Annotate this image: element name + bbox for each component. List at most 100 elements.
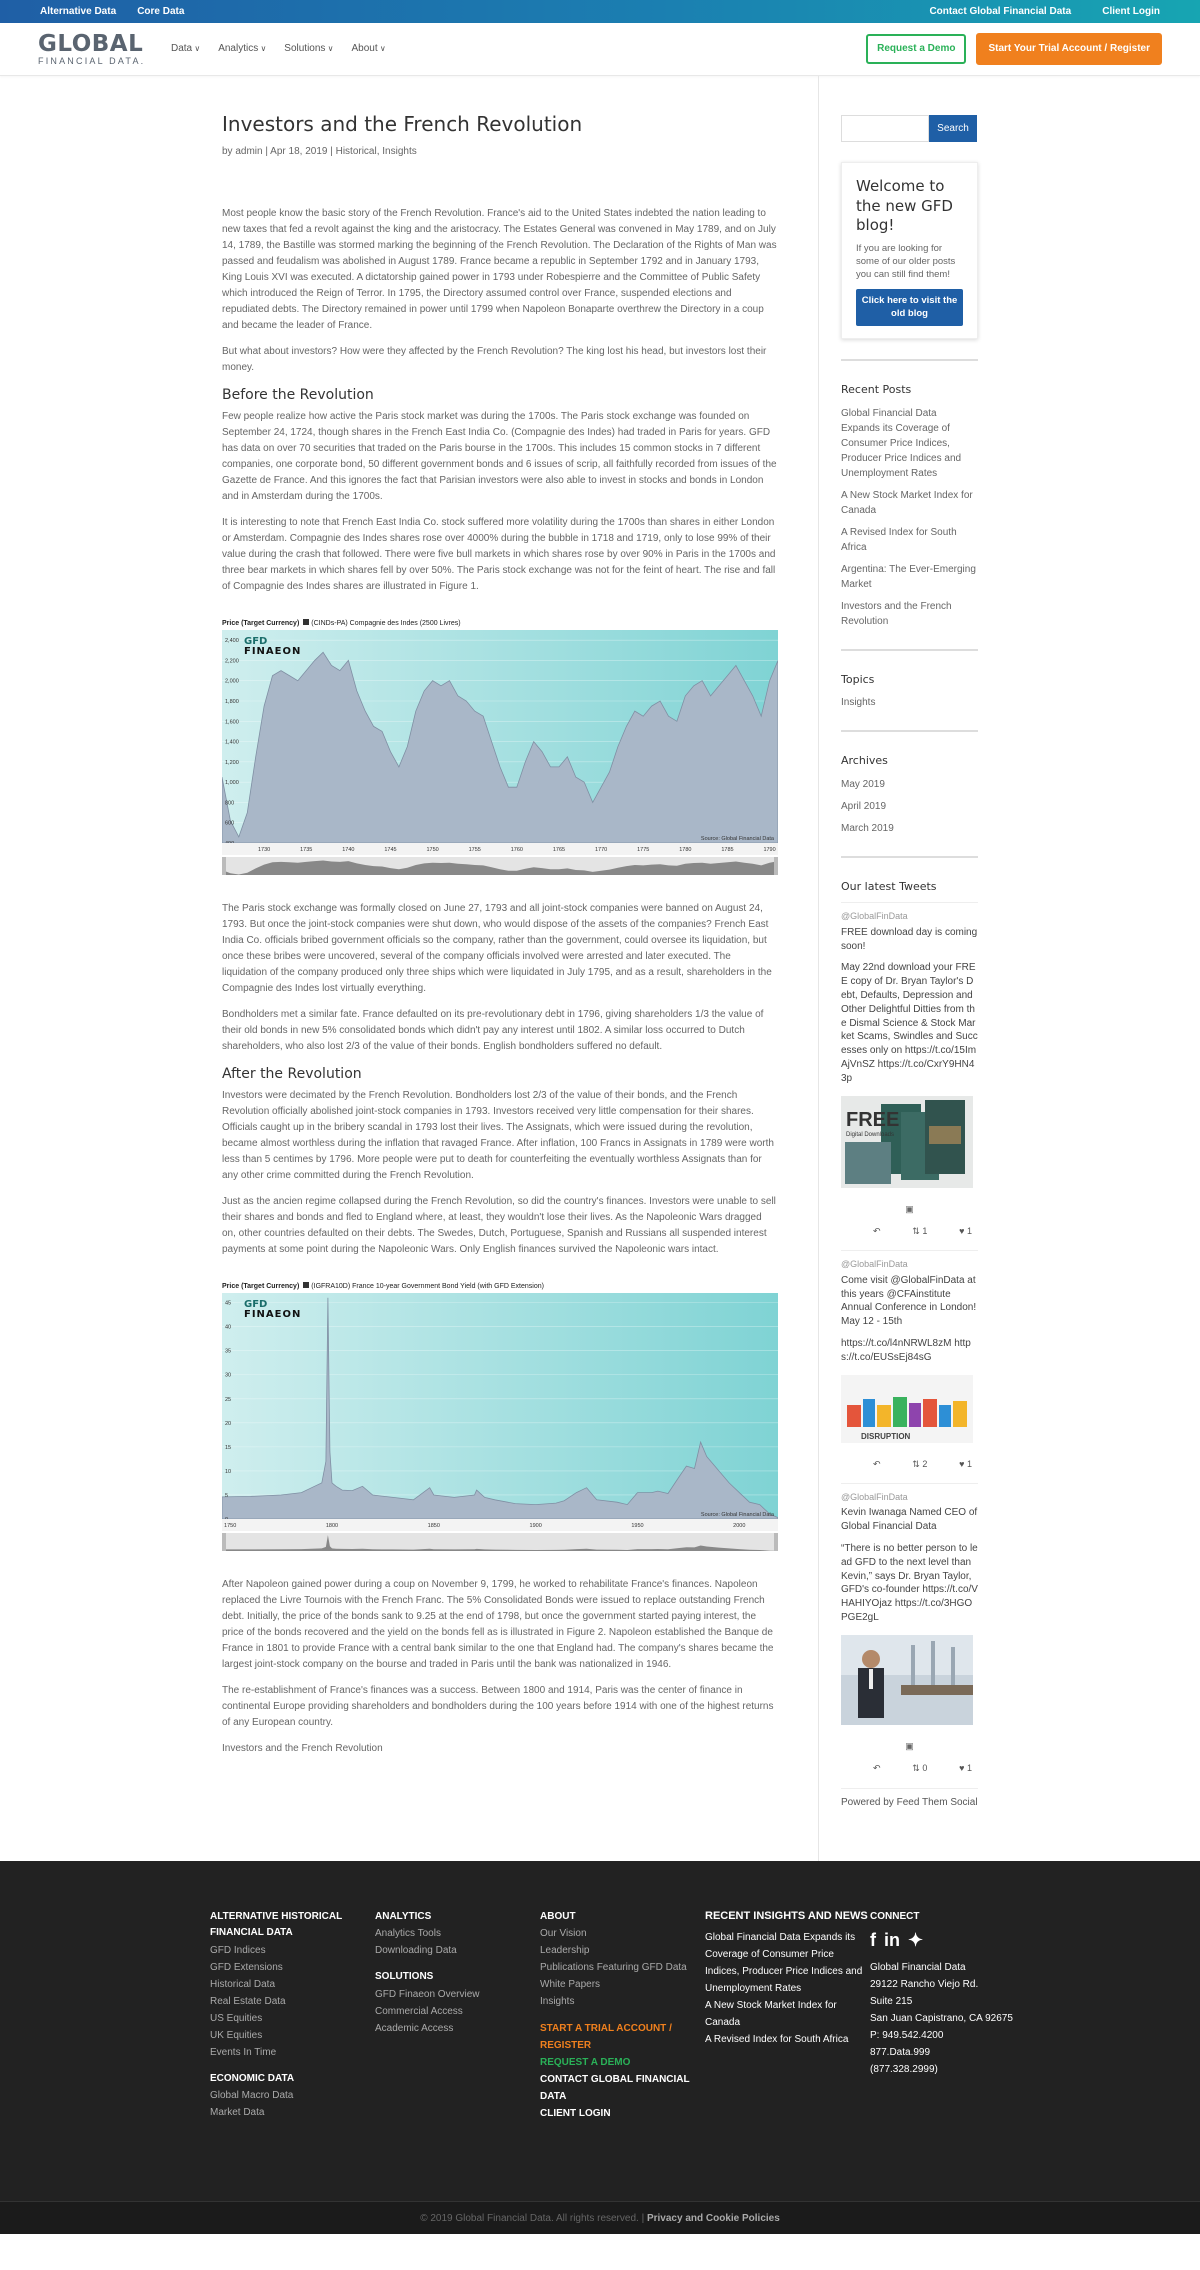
sidebar-divider xyxy=(818,76,819,1898)
old-blog-button[interactable]: Click here to visit the old blog xyxy=(856,289,963,327)
footer-phone[interactable]: 877.Data.999 xyxy=(870,2044,1035,2061)
paragraph: Bondholders met a similar fate. France d… xyxy=(222,1009,764,1053)
recent-post-link[interactable]: Global Financial Data Expands its Covera… xyxy=(841,406,978,481)
chart-header-label: Price (Target Currency) xyxy=(222,620,300,628)
footer-heading: SOLUTIONS xyxy=(375,1971,434,1982)
footer-phone[interactable]: (877.328.2999) xyxy=(870,2061,1035,2078)
recent-post-link[interactable]: A Revised Index for South Africa xyxy=(841,525,978,555)
footer-heading: ECONOMIC DATA xyxy=(210,2072,295,2084)
x-tick-label: 1740 xyxy=(342,847,354,853)
recent-post-link[interactable]: A New Stock Market Index for Canada xyxy=(841,488,978,518)
footer-link[interactable]: Global Macro Data xyxy=(210,2087,375,2104)
chart-svg: 051015202530354045GFDFINAEONSource: Glob… xyxy=(222,1293,778,1552)
tweet-text: FREE download day is coming soon! xyxy=(841,926,978,952)
footer-phone[interactable]: P: 949.542.4200 xyxy=(870,2027,1035,2044)
tweet-handle[interactable]: @GlobalFinData xyxy=(841,1257,978,1271)
footer-link[interactable]: Historical Data xyxy=(210,1976,375,1993)
footer-news-link[interactable]: A Revised Index for South Africa xyxy=(705,2031,870,2048)
like-icon[interactable]: ♥ 1 xyxy=(959,1761,972,1775)
x-tick-label: 1900 xyxy=(530,1523,542,1529)
chart-svg: 4006008001,0001,2001,4001,6001,8002,0002… xyxy=(222,630,778,876)
footer-col-analytics: ANALYTICS Analytics Tools Downloading Da… xyxy=(375,1909,540,2123)
retweet-icon[interactable]: ⇅ 1 xyxy=(912,1224,927,1238)
nav-analytics[interactable]: Analytics xyxy=(218,41,266,57)
start-trial-button[interactable]: Start Your Trial Account / Register xyxy=(976,33,1162,65)
recent-posts-title: Recent Posts xyxy=(841,383,912,397)
footer-login-link[interactable]: CLIENT LOGIN xyxy=(540,2105,705,2122)
powered-by[interactable]: Powered by Feed Them Social xyxy=(841,1795,978,1811)
archive-link[interactable]: April 2019 xyxy=(841,799,978,814)
footer-link[interactable]: GFD Indices xyxy=(210,1942,375,1959)
twitter-icon[interactable]: ✦ xyxy=(908,1931,923,1949)
tweet-handle[interactable]: @GlobalFinData xyxy=(841,909,978,923)
tweet-image-title: FREE xyxy=(846,1109,899,1131)
footer-link[interactable]: Insights xyxy=(540,1993,705,2010)
tweet-handle[interactable]: @GlobalFinData xyxy=(841,1490,978,1504)
footer-link[interactable]: Leadership xyxy=(540,1942,705,1959)
tweet-image-books[interactable]: FREE Digital Downloads xyxy=(841,1095,973,1188)
recent-post-link[interactable]: Investors and the French Revolution xyxy=(841,599,978,629)
search-button[interactable]: Search xyxy=(929,115,977,142)
privacy-link[interactable]: Privacy and Cookie Policies xyxy=(647,2213,780,2224)
footer-contact-link[interactable]: CONTACT GLOBAL FINANCIAL DATA xyxy=(540,2071,705,2105)
image-icon[interactable]: ▣ xyxy=(841,1739,978,1753)
divider xyxy=(841,730,978,733)
tweet-image-disruption[interactable]: DISRUPTION xyxy=(841,1374,973,1443)
like-icon[interactable]: ♥ 1 xyxy=(959,1224,972,1238)
footer-link[interactable]: Events In Time xyxy=(210,2044,375,2061)
topic-link[interactable]: Insights xyxy=(841,695,978,710)
footer-link[interactable]: GFD Finaeon Overview xyxy=(375,1986,540,2003)
footer-news-link[interactable]: Global Financial Data Expands its Covera… xyxy=(705,1929,870,1997)
welcome-box: Welcome to the new GFD blog! If you are … xyxy=(841,162,978,340)
footer-link[interactable]: Commercial Access xyxy=(375,2003,540,2020)
nav-about[interactable]: About xyxy=(352,41,386,57)
tweet-actions: ↶ ⇅ 0 ♥ 1 xyxy=(841,1761,978,1775)
site-footer: ALTERNATIVE HISTORICAL FINANCIAL DATA GF… xyxy=(0,1860,1200,2234)
footer-link[interactable]: Market Data xyxy=(210,2104,375,2121)
footer-col-connect: CONNECT f in ✦ Global Financial Data 291… xyxy=(870,1909,1035,2123)
chart-series-label: (IGFRA10D) France 10-year Government Bon… xyxy=(311,1283,544,1291)
nav-solutions[interactable]: Solutions xyxy=(284,41,333,57)
archive-link[interactable]: March 2019 xyxy=(841,821,978,836)
footer-link[interactable]: Our Vision xyxy=(540,1925,705,1942)
watermark-finaeon: FINAEON xyxy=(244,646,301,657)
footer-link[interactable]: Real Estate Data xyxy=(210,1993,375,2010)
paragraph: Most people know the basic story of the … xyxy=(222,208,777,331)
retweet-icon[interactable]: ⇅ 2 xyxy=(912,1457,927,1471)
y-tick-label: 1,600 xyxy=(225,719,239,725)
footer-link[interactable]: Publications Featuring GFD Data xyxy=(540,1959,705,1976)
client-login-link[interactable]: Client Login xyxy=(1102,6,1160,17)
alternative-data-link[interactable]: Alternative Data xyxy=(40,6,116,17)
gfd-logo[interactable]: GLOBAL FINANCIAL DATA. xyxy=(38,32,155,66)
like-icon[interactable]: ♥ 1 xyxy=(959,1457,972,1471)
reply-icon[interactable]: ↶ xyxy=(873,1457,881,1471)
footer-news-link[interactable]: A New Stock Market Index for Canada xyxy=(705,1997,870,2031)
nav-data[interactable]: Data xyxy=(171,41,200,57)
request-demo-button[interactable]: Request a Demo xyxy=(866,34,967,64)
footer-demo-link[interactable]: REQUEST A DEMO xyxy=(540,2054,705,2071)
image-icon[interactable]: ▣ xyxy=(841,1202,978,1216)
footer-link[interactable]: Analytics Tools xyxy=(375,1925,540,1942)
paragraph: It is interesting to note that French Ea… xyxy=(222,517,776,593)
facebook-icon[interactable]: f xyxy=(870,1931,876,1949)
tweet-image-ceo-photo[interactable] xyxy=(841,1634,973,1725)
footer-link[interactable]: White Papers xyxy=(540,1976,705,1993)
footer-link[interactable]: UK Equities xyxy=(210,2027,375,2044)
chart-source: Source: Global Financial Data xyxy=(701,1512,775,1518)
reply-icon[interactable]: ↶ xyxy=(873,1224,881,1238)
footer-link[interactable]: GFD Extensions xyxy=(210,1959,375,1976)
search-input[interactable] xyxy=(841,115,929,142)
contact-link[interactable]: Contact Global Financial Data xyxy=(929,6,1071,17)
top-bar: Alternative Data Core Data Contact Globa… xyxy=(0,0,1200,23)
footer-link[interactable]: Academic Access xyxy=(375,2020,540,2037)
archive-link[interactable]: May 2019 xyxy=(841,777,978,792)
core-data-link[interactable]: Core Data xyxy=(137,6,184,17)
retweet-icon[interactable]: ⇅ 0 xyxy=(912,1761,927,1775)
footer-link[interactable]: US Equities xyxy=(210,2010,375,2027)
reply-icon[interactable]: ↶ xyxy=(873,1761,881,1775)
recent-post-link[interactable]: Argentina: The Ever-Emerging Market xyxy=(841,562,978,592)
linkedin-icon[interactable]: in xyxy=(884,1931,900,1949)
footer-heading: ALTERNATIVE HISTORICAL FINANCIAL DATA xyxy=(210,1910,343,1939)
footer-link[interactable]: Downloading Data xyxy=(375,1942,540,1959)
footer-trial-link[interactable]: START A TRIAL ACCOUNT / REGISTER xyxy=(540,2020,705,2054)
